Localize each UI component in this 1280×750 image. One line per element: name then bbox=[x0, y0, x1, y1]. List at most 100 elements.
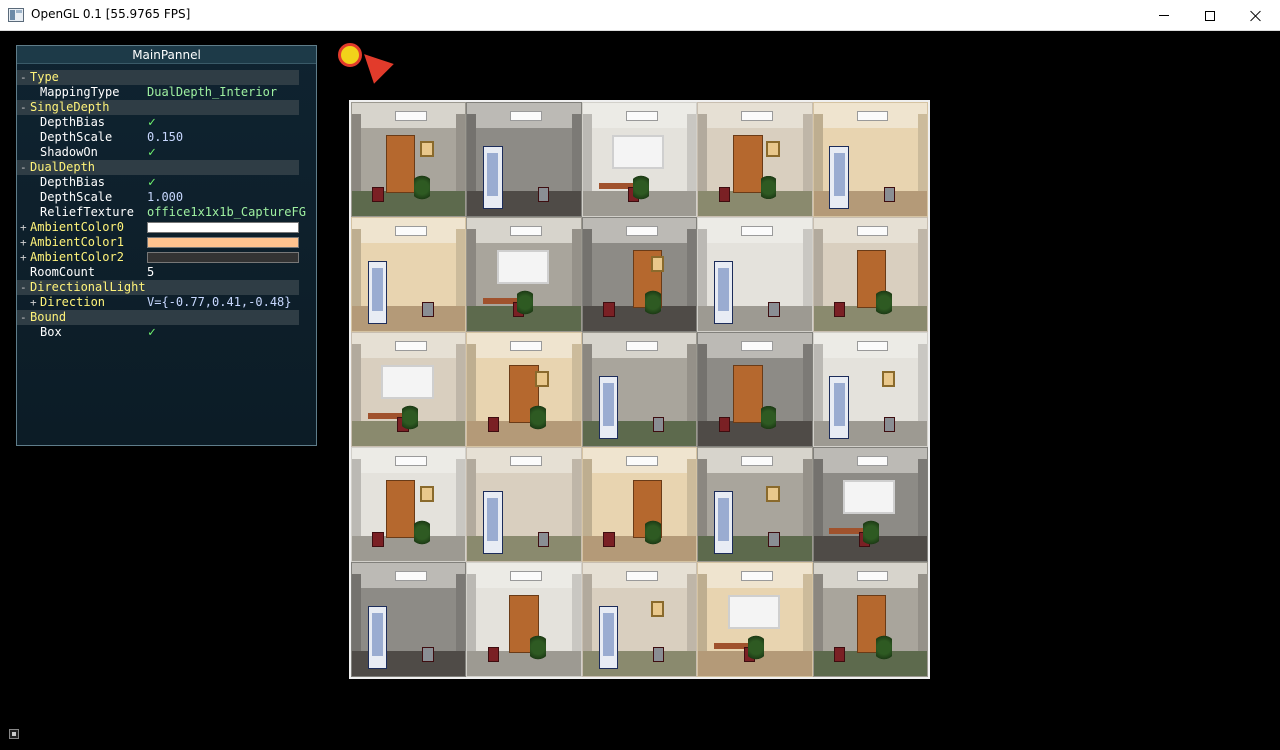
room-plant bbox=[645, 518, 662, 548]
ambient-color2-row[interactable]: + AmbientColor2 bbox=[17, 250, 316, 265]
ceiling-lamp bbox=[510, 110, 543, 122]
single-depth-scale-row[interactable]: DepthScale 0.150 bbox=[17, 130, 316, 145]
check-icon[interactable]: ✓ bbox=[148, 145, 156, 160]
collapse-toggle[interactable]: - bbox=[20, 160, 28, 175]
vending-machine bbox=[829, 145, 849, 210]
room-door bbox=[733, 364, 763, 424]
ceiling-lamp bbox=[625, 225, 658, 237]
expand-toggle[interactable]: + bbox=[20, 220, 28, 235]
vending-machine bbox=[483, 145, 503, 210]
ceiling-lamp bbox=[395, 225, 427, 237]
room-plant bbox=[529, 403, 546, 433]
group-dual-depth[interactable]: - DualDepth bbox=[17, 160, 299, 175]
box-row[interactable]: Box ✓ bbox=[17, 325, 316, 340]
room-cell bbox=[351, 102, 467, 217]
room-plant bbox=[875, 288, 892, 318]
group-directional-light[interactable]: - DirectionalLight bbox=[17, 280, 299, 295]
vending-machine bbox=[483, 490, 503, 555]
room-floor bbox=[467, 651, 581, 676]
ceiling-lamp bbox=[395, 110, 427, 122]
room-door bbox=[733, 134, 763, 194]
maximize-button[interactable] bbox=[1187, 0, 1233, 31]
relief-texture-label: ReliefTexture bbox=[40, 205, 134, 219]
room-cell bbox=[581, 332, 698, 447]
ceiling-lamp bbox=[510, 340, 543, 352]
group-label: Type bbox=[30, 70, 59, 84]
room-count-value[interactable]: 5 bbox=[147, 265, 154, 280]
ceiling-lamp bbox=[856, 110, 889, 122]
vending-machine bbox=[714, 490, 734, 555]
collapse-toggle[interactable]: - bbox=[20, 280, 28, 295]
room-floor bbox=[352, 191, 466, 216]
close-button[interactable] bbox=[1233, 0, 1279, 31]
direction-row[interactable]: + Direction V={-0.77,0.41,-0.48} bbox=[17, 295, 316, 310]
ambient-color1-swatch[interactable] bbox=[147, 237, 299, 248]
dual-depth-bias-row[interactable]: DepthBias ✓ bbox=[17, 175, 316, 190]
collapse-toggle[interactable]: - bbox=[20, 70, 28, 85]
room-cell bbox=[466, 332, 582, 447]
single-depth-bias-row[interactable]: DepthBias ✓ bbox=[17, 115, 316, 130]
ceiling-lamp bbox=[510, 455, 543, 467]
group-type[interactable]: - Type bbox=[17, 70, 299, 85]
relief-texture-value[interactable]: office1x1x1b_CaptureFG bbox=[147, 205, 306, 220]
group-single-depth[interactable]: - SingleDepth bbox=[17, 100, 299, 115]
shadow-on-row[interactable]: ShadowOn ✓ bbox=[17, 145, 316, 160]
mapping-type-row[interactable]: MappingType DualDepth_Interior bbox=[17, 85, 316, 100]
room-plant bbox=[748, 633, 764, 663]
ceiling-lamp bbox=[625, 570, 658, 582]
ceiling-lamp bbox=[395, 340, 427, 352]
room-cell bbox=[581, 217, 698, 332]
room-floor bbox=[698, 421, 812, 446]
room-cell bbox=[581, 447, 698, 562]
room-floor bbox=[813, 651, 927, 676]
ceiling-lamp bbox=[741, 225, 774, 237]
group-bound[interactable]: - Bound bbox=[17, 310, 299, 325]
status-icon[interactable] bbox=[9, 729, 19, 739]
whiteboard bbox=[612, 134, 665, 169]
ceiling-lamp bbox=[856, 455, 889, 467]
wall-picture bbox=[766, 486, 780, 503]
ceiling-lamp bbox=[510, 225, 543, 237]
room-chair bbox=[422, 301, 434, 318]
expand-toggle[interactable]: + bbox=[30, 295, 38, 310]
room-floor bbox=[582, 536, 697, 561]
relief-texture-row[interactable]: ReliefTexture office1x1x1b_CaptureFG bbox=[17, 205, 316, 220]
collapse-toggle[interactable]: - bbox=[20, 100, 28, 115]
room-plant bbox=[875, 633, 892, 663]
room-cell bbox=[466, 562, 582, 677]
maximize-icon bbox=[1205, 10, 1215, 21]
room-cell bbox=[466, 217, 582, 332]
room-count-label: RoomCount bbox=[30, 265, 96, 279]
room-cell bbox=[697, 447, 813, 562]
ceiling-lamp bbox=[856, 570, 889, 582]
expand-toggle[interactable]: + bbox=[20, 250, 28, 265]
depth-scale-value[interactable]: 1.000 bbox=[147, 190, 183, 205]
ambient-color0-row[interactable]: + AmbientColor0 bbox=[17, 220, 316, 235]
dual-depth-scale-row[interactable]: DepthScale 1.000 bbox=[17, 190, 316, 205]
room-cell bbox=[812, 562, 928, 677]
depth-scale-value[interactable]: 0.150 bbox=[147, 130, 183, 145]
ambient-color2-swatch[interactable] bbox=[147, 252, 299, 263]
vending-machine bbox=[714, 260, 734, 325]
ceiling-lamp bbox=[395, 455, 427, 467]
wall-picture bbox=[535, 371, 550, 388]
check-icon[interactable]: ✓ bbox=[148, 115, 156, 130]
room-chair bbox=[768, 301, 780, 318]
room-chair bbox=[603, 301, 615, 318]
collapse-toggle[interactable]: - bbox=[20, 310, 28, 325]
direction-value[interactable]: V={-0.77,0.41,-0.48} bbox=[147, 295, 292, 310]
expand-toggle[interactable]: + bbox=[20, 235, 28, 250]
box-label: Box bbox=[40, 325, 62, 339]
ambient-color0-label: AmbientColor0 bbox=[30, 220, 124, 234]
main-panel: MainPannel - Type MappingType DualDepth_… bbox=[16, 45, 317, 446]
room-grid-viewport[interactable] bbox=[349, 100, 930, 679]
minimize-button[interactable] bbox=[1141, 0, 1187, 31]
check-icon[interactable]: ✓ bbox=[148, 175, 156, 190]
ambient-color0-swatch[interactable] bbox=[147, 222, 299, 233]
panel-title[interactable]: MainPannel bbox=[17, 46, 316, 64]
room-plant bbox=[414, 518, 431, 548]
ambient-color1-row[interactable]: + AmbientColor1 bbox=[17, 235, 316, 250]
mapping-type-value[interactable]: DualDepth_Interior bbox=[147, 85, 277, 100]
check-icon[interactable]: ✓ bbox=[148, 325, 156, 340]
room-count-row[interactable]: RoomCount 5 bbox=[17, 265, 316, 280]
